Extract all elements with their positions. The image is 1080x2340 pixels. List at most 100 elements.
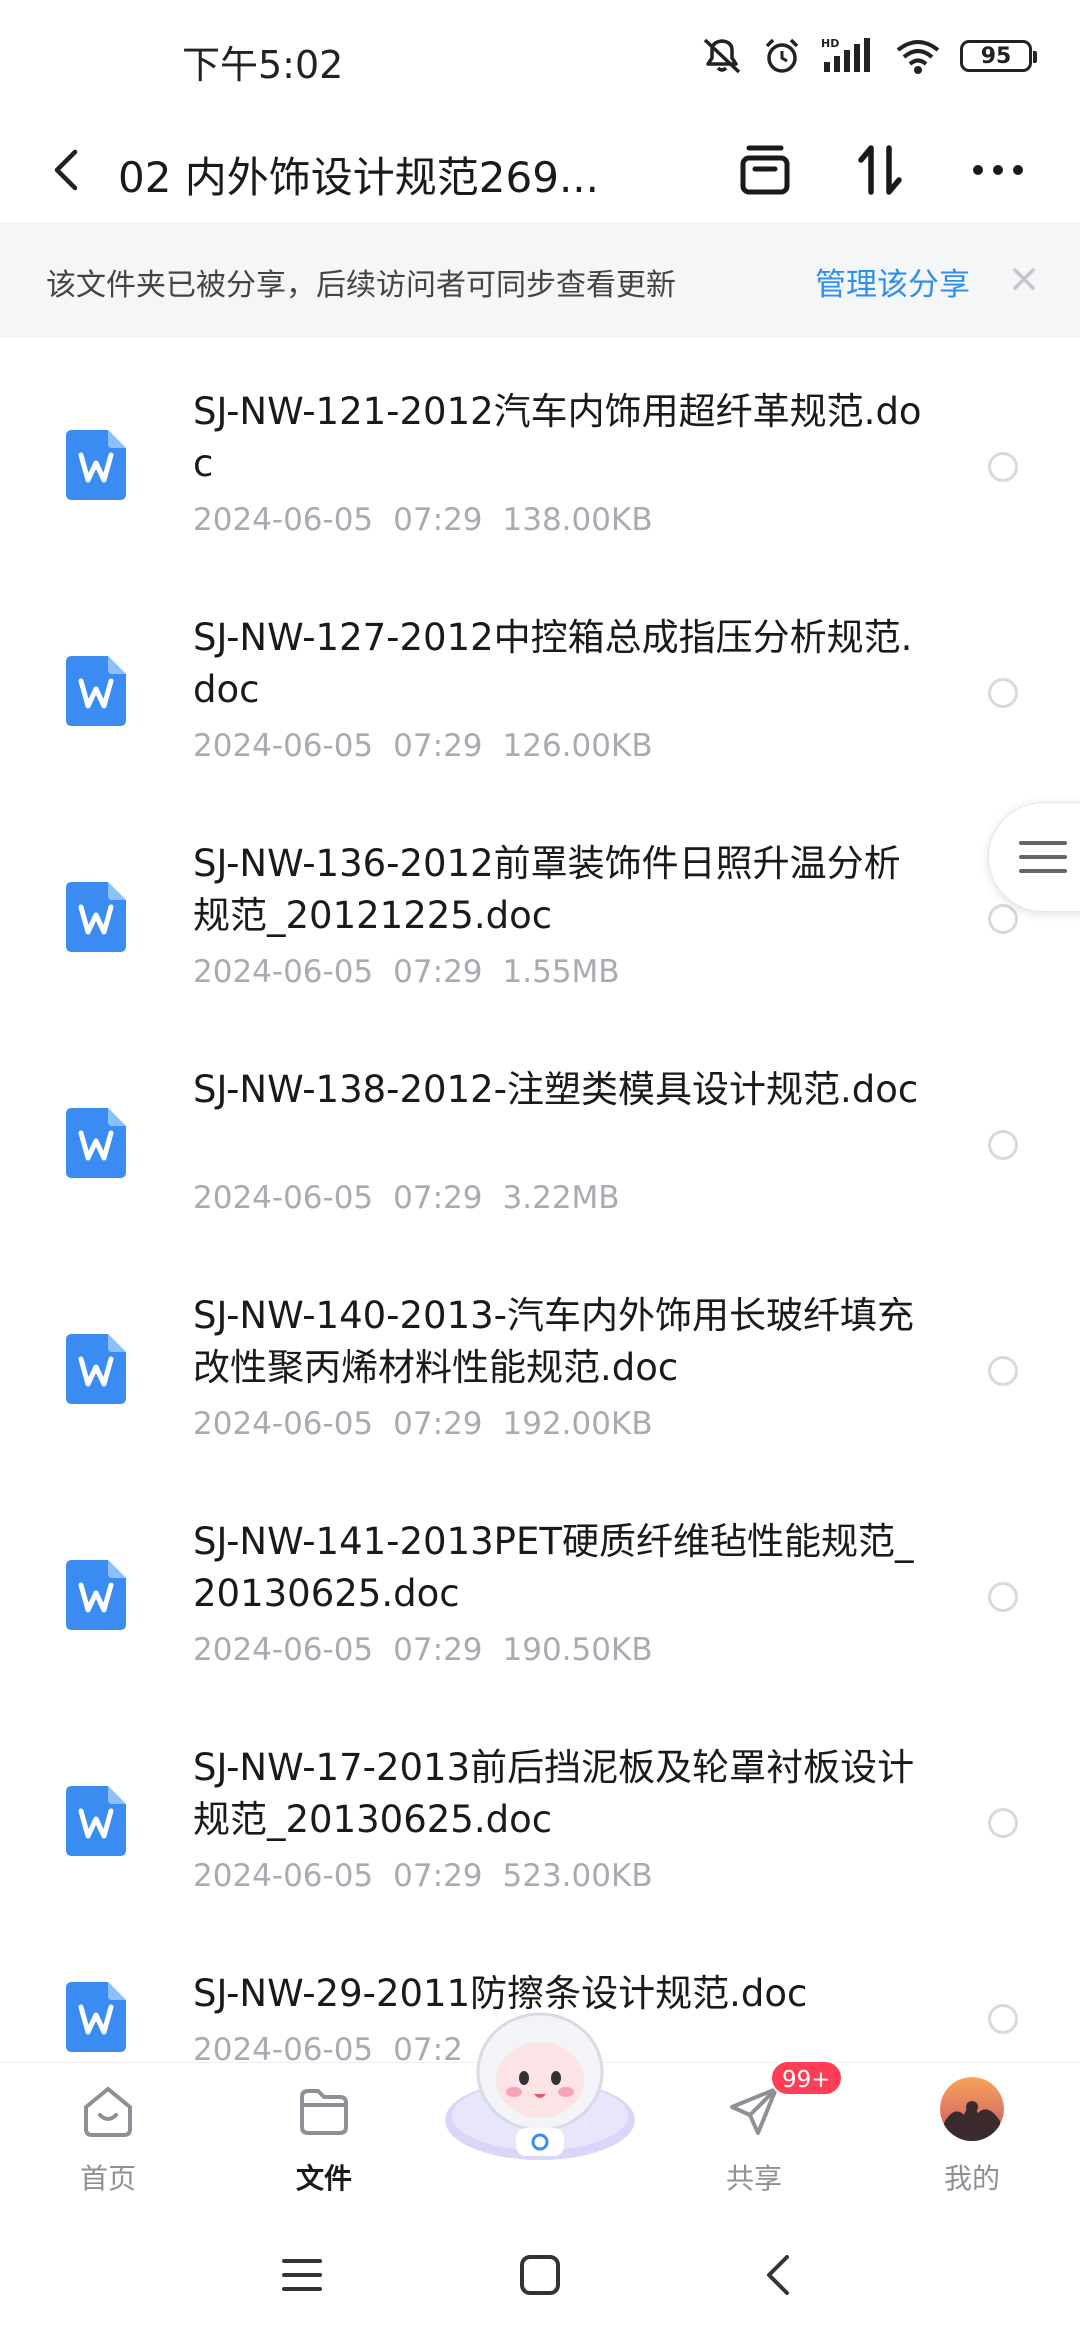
nav-label: 我的	[943, 2162, 1000, 2195]
file-item[interactable]: SJ-NW-136-2012前罩装饰件日照升温分析规范_20121225.doc…	[0, 790, 1080, 1016]
file-size: 192.00KB	[502, 1406, 653, 1442]
file-meta: 2024-06-05 07:29 523.00KB	[193, 1858, 653, 1894]
avatar	[940, 2077, 1004, 2141]
file-time: 07:29	[393, 1406, 483, 1442]
file-size: 1.55MB	[502, 954, 620, 990]
mute-icon	[703, 38, 741, 74]
file-date: 2024-06-05	[193, 1632, 374, 1668]
file-meta: 2024-06-05 07:29 138.00KB	[193, 502, 653, 538]
select-radio[interactable]	[988, 1582, 1018, 1612]
file-name: SJ-NW-138-2012-注塑类模具设计规范.doc	[193, 1068, 919, 1111]
folder-icon	[300, 2089, 348, 2135]
archive-icon	[740, 145, 790, 195]
back-icon	[767, 2255, 789, 2295]
nav-files[interactable]: 文件	[254, 2063, 394, 2213]
file-meta: 2024-06-05 07:29 126.00KB	[193, 728, 653, 764]
file-time: 07:29	[393, 1180, 483, 1216]
word-doc-icon	[66, 882, 126, 952]
file-item[interactable]: SJ-NW-138-2012-注塑类模具设计规范.doc 2024-06-05 0…	[0, 1016, 1080, 1242]
select-radio[interactable]	[988, 2004, 1018, 2034]
share-banner: 该文件夹已被分享，后续访问者可同步查看更新 管理该分享	[0, 222, 1080, 338]
close-icon	[1013, 268, 1035, 290]
file-item[interactable]: SJ-NW-121-2012汽车内饰用超纤革规范.doc 2024-06-05 0…	[0, 338, 1080, 564]
nav-profile[interactable]: 我的	[902, 2063, 1042, 2213]
word-doc-icon	[66, 430, 126, 500]
file-size: 523.00KB	[502, 1858, 653, 1894]
archive-button[interactable]	[727, 132, 803, 208]
file-time: 07:29	[393, 728, 483, 764]
sort-icon	[858, 145, 902, 195]
select-radio[interactable]	[988, 452, 1018, 482]
file-name: SJ-NW-140-2013-汽车内外饰用长玻纤填充改性聚丙烯材料性能规范.do…	[193, 1294, 915, 1389]
back-icon	[54, 149, 78, 191]
title-bar: 02 内外饰设计规范269...	[0, 118, 1080, 222]
file-list[interactable]: SJ-NW-121-2012汽车内饰用超纤革规范.doc 2024-06-05 0…	[0, 338, 1080, 2062]
square-icon	[520, 2255, 560, 2295]
home-icon	[84, 2087, 132, 2137]
file-date: 2024-06-05	[193, 728, 374, 764]
word-doc-icon	[66, 1334, 126, 1404]
menu-icon	[1019, 841, 1067, 873]
file-item[interactable]: SJ-NW-17-2013前后挡泥板及轮罩衬板设计规范_20130625.doc…	[0, 1694, 1080, 1920]
signal-icon: HD	[821, 37, 870, 72]
file-item[interactable]: SJ-NW-141-2013PET硬质纤维毡性能规范_20130625.doc …	[0, 1468, 1080, 1694]
system-back-button[interactable]	[748, 2250, 808, 2300]
file-date: 2024-06-05	[193, 1180, 374, 1216]
file-size: 138.00KB	[502, 502, 653, 538]
word-doc-icon	[66, 1786, 126, 1856]
file-name: SJ-NW-17-2013前后挡泥板及轮罩衬板设计规范_20130625.doc	[193, 1746, 915, 1841]
file-date: 2024-06-05	[193, 954, 374, 990]
file-name: SJ-NW-136-2012前罩装饰件日照升温分析规范_20121225.doc	[193, 842, 901, 937]
file-item[interactable]: SJ-NW-127-2012中控箱总成指压分析规范.doc 2024-06-05…	[0, 564, 1080, 790]
nav-label: 首页	[79, 2162, 136, 2195]
battery-icon: 95	[960, 40, 1037, 72]
status-time: 下午5:02	[182, 43, 344, 87]
file-time: 07:29	[393, 1858, 483, 1894]
file-name: SJ-NW-121-2012汽车内饰用超纤革规范.doc	[193, 390, 922, 485]
back-button[interactable]	[44, 140, 88, 200]
file-meta: 2024-06-05 07:29 192.00KB	[193, 1406, 653, 1442]
word-doc-icon	[66, 1982, 126, 2052]
file-name: SJ-NW-127-2012中控箱总成指压分析规范.doc	[193, 616, 913, 711]
select-radio[interactable]	[988, 904, 1018, 934]
page-title: 02 内外饰设计规范269...	[118, 153, 600, 202]
nav-label: 文件	[295, 2162, 352, 2195]
share-notice-text: 该文件夹已被分享，后续访问者可同步查看更新	[46, 268, 676, 303]
home-button[interactable]	[510, 2250, 570, 2300]
nav-home[interactable]: 首页	[38, 2063, 178, 2213]
manage-share-link[interactable]: 管理该分享	[815, 259, 970, 304]
file-date: 2024-06-05	[193, 1858, 374, 1894]
system-nav-bar	[0, 2212, 1080, 2340]
more-icon	[973, 165, 1023, 175]
svg-text:HD: HD	[821, 37, 839, 50]
file-size: 3.22MB	[502, 1180, 620, 1216]
file-date: 2024-06-05	[193, 2032, 374, 2062]
file-name: SJ-NW-141-2013PET硬质纤维毡性能规范_20130625.doc	[193, 1520, 914, 1615]
wifi-icon	[896, 40, 940, 74]
select-radio[interactable]	[988, 678, 1018, 708]
file-time: 07:29	[393, 1632, 483, 1668]
alarm-icon	[765, 38, 799, 73]
file-time: 07:29	[393, 502, 483, 538]
mascot-button[interactable]	[440, 2010, 640, 2160]
file-date: 2024-06-05	[193, 1406, 374, 1442]
word-doc-icon	[66, 1560, 126, 1630]
share-icon	[730, 2087, 778, 2135]
file-time: 07:29	[393, 954, 483, 990]
word-doc-icon	[66, 656, 126, 726]
sort-button[interactable]	[843, 132, 919, 208]
status-icons: HD 95	[700, 36, 1037, 76]
file-date: 2024-06-05	[193, 502, 374, 538]
recent-apps-button[interactable]	[272, 2250, 332, 2300]
file-meta: 2024-06-05 07:29 3.22MB	[193, 1180, 620, 1216]
file-meta: 2024-06-05 07:29 190.50KB	[193, 1632, 653, 1668]
notification-badge: 99+	[770, 2060, 843, 2096]
nav-label: 共享	[725, 2162, 782, 2195]
select-radio[interactable]	[988, 1130, 1018, 1160]
select-radio[interactable]	[988, 1356, 1018, 1386]
close-banner-button[interactable]	[1002, 252, 1046, 306]
word-doc-icon	[66, 1108, 126, 1178]
file-item[interactable]: SJ-NW-140-2013-汽车内外饰用长玻纤填充改性聚丙烯材料性能规范.do…	[0, 1242, 1080, 1468]
select-radio[interactable]	[988, 1808, 1018, 1838]
more-button[interactable]	[960, 132, 1036, 208]
